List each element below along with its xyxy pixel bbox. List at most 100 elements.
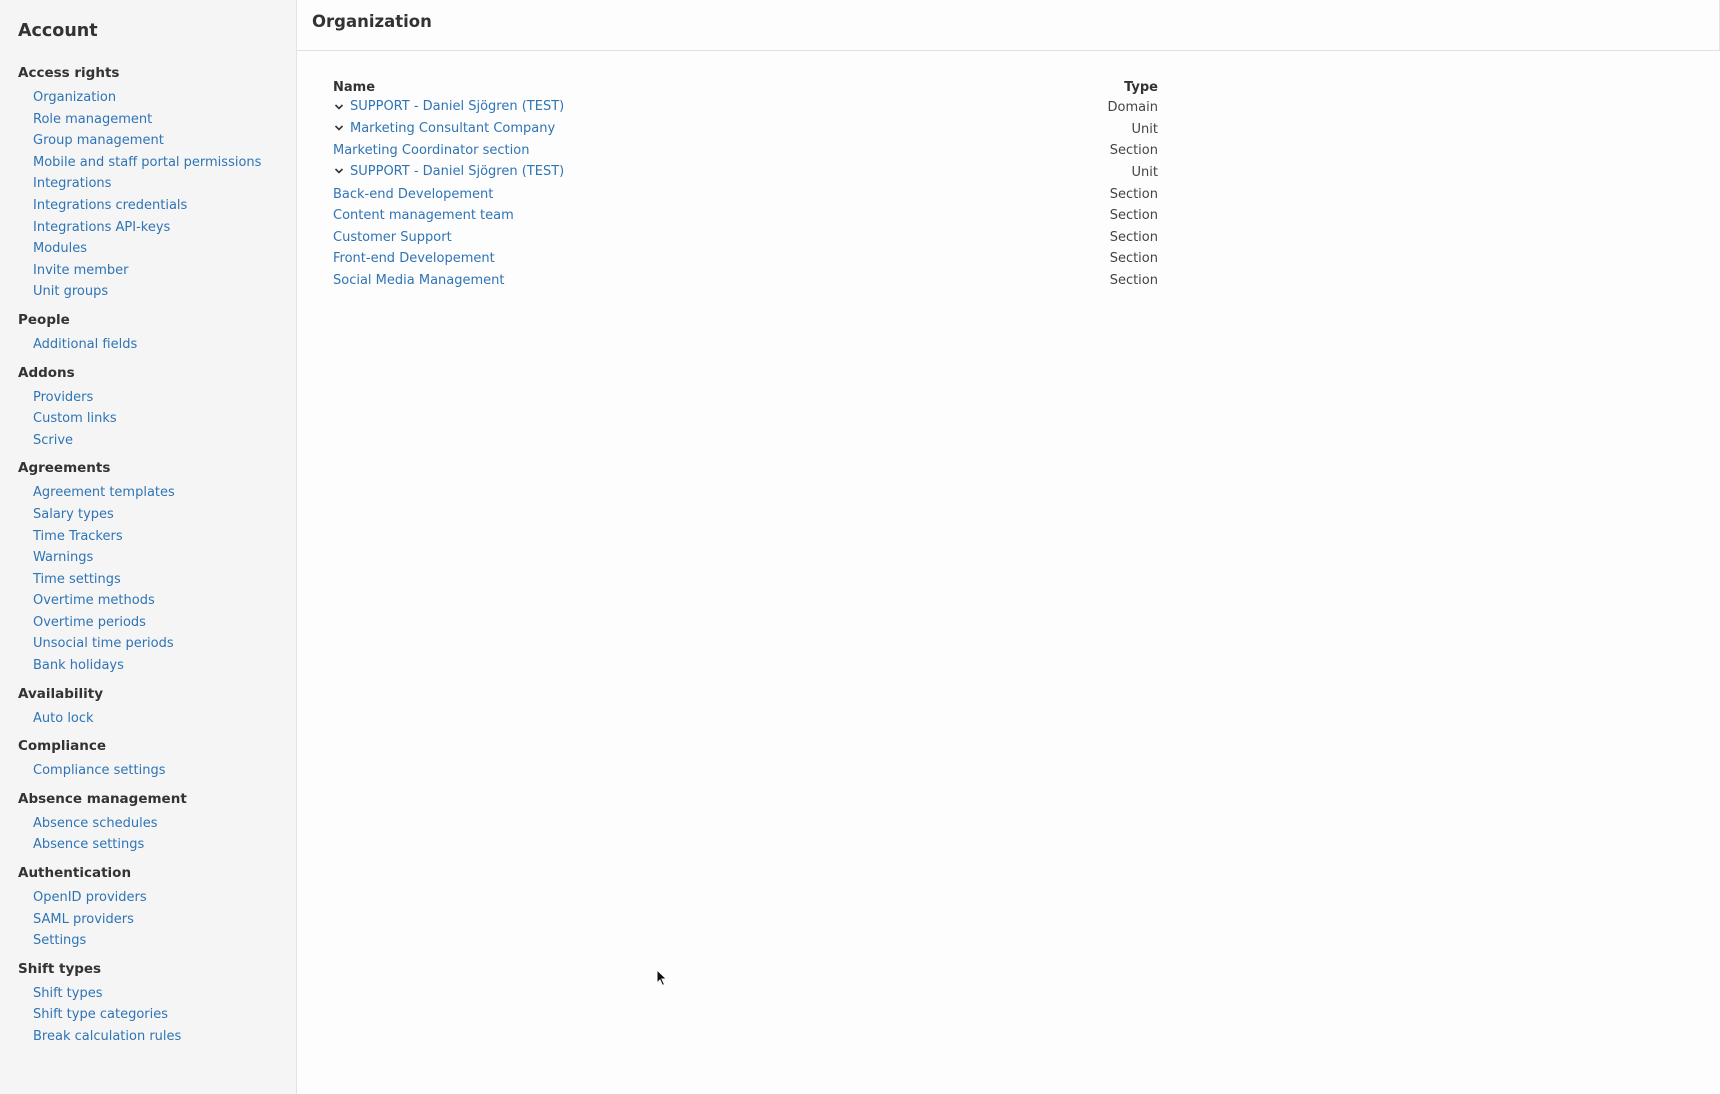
sidebar-item-settings[interactable]: Settings	[0, 930, 296, 952]
sidebar-item-overtime-methods[interactable]: Overtime methods	[0, 590, 296, 612]
sidebar-item-group-management[interactable]: Group management	[0, 130, 296, 152]
name-cell: Content management team	[333, 205, 1010, 227]
name-cell: Marketing Consultant Company	[333, 119, 1010, 141]
sidebar-section-addons: Addons Providers Custom links Scrive	[0, 356, 296, 452]
sidebar-item-absence-schedules[interactable]: Absence schedules	[0, 813, 296, 835]
sidebar-item-list: Additional fields	[0, 334, 296, 356]
sidebar-item-agreement-templates[interactable]: Agreement templates	[0, 482, 296, 504]
sidebar-section-heading: Access rights	[18, 65, 120, 81]
type-cell: Unit	[1131, 121, 1158, 137]
sidebar-item-list: Organization Role management Group managem…	[0, 87, 296, 303]
sidebar-item-compliance-settings[interactable]: Compliance settings	[0, 760, 296, 782]
sidebar-section-access-rights: Access rights Organization Role management…	[0, 56, 296, 303]
org-node-link[interactable]: Customer Support	[333, 230, 452, 245]
type-cell: Section	[1109, 273, 1158, 289]
tree-node: Content management team	[333, 208, 514, 223]
name-cell: Front-end Developement	[333, 248, 1010, 270]
tree-node: Back-end Developement	[333, 187, 493, 202]
chevron-down-icon[interactable]	[333, 101, 345, 113]
tree-node: SUPPORT - Daniel Sjögren (TEST)	[333, 164, 564, 179]
sidebar-item-warnings[interactable]: Warnings	[0, 547, 296, 569]
org-node-link[interactable]: Social Media Management	[333, 273, 505, 288]
table-header-row: Name Type	[333, 77, 1158, 97]
sidebar-item-invite-member[interactable]: Invite member	[0, 260, 296, 282]
sidebar-item-unit-groups[interactable]: Unit groups	[0, 281, 296, 303]
sidebar: Account Access rights Organization Role ma…	[0, 0, 297, 1094]
org-node-link[interactable]: Front-end Developement	[333, 251, 495, 266]
sidebar-item-saml-providers[interactable]: SAML providers	[0, 909, 296, 931]
sidebar-item-modules[interactable]: Modules	[0, 238, 296, 260]
mouse-pointer-icon	[656, 969, 668, 987]
sidebar-section-heading: Compliance	[18, 738, 107, 755]
org-node-link[interactable]: SUPPORT - Daniel Sjögren (TEST)	[350, 99, 564, 114]
sidebar-item-absence-settings[interactable]: Absence settings	[0, 834, 296, 856]
sidebar-section-heading: Agreements	[18, 460, 111, 477]
sidebar-item-list: Absence schedules Absence settings	[0, 813, 296, 856]
sidebar-item-mobile-and-staff-portal-permissions[interactable]: Mobile and staff portal permissions	[0, 152, 296, 174]
sidebar-item-openid-providers[interactable]: OpenID providers	[0, 887, 296, 909]
tree-node: Marketing Consultant Company	[333, 121, 555, 136]
sidebar-item-list: OpenID providers SAML providers Settings	[0, 887, 296, 952]
sidebar-item-shift-types[interactable]: Shift types	[0, 983, 296, 1005]
sidebar-section-agreements: Agreements Agreement templates Salary type…	[0, 451, 296, 676]
sidebar-item-integrations-api-keys[interactable]: Integrations API-keys	[0, 217, 296, 239]
sidebar-section-authentication: Authentication OpenID providers SAML provi…	[0, 856, 296, 952]
sidebar-section-compliance: Compliance Compliance settings	[0, 729, 296, 782]
tree-node: SUPPORT - Daniel Sjögren (TEST)	[333, 99, 564, 114]
org-node-link[interactable]: Marketing Coordinator section	[333, 143, 529, 158]
sidebar-item-custom-links[interactable]: Custom links	[0, 408, 296, 430]
table-row: Marketing Consultant Company Unit	[333, 119, 1158, 141]
table-row: Content management team Section	[333, 205, 1158, 227]
type-cell: Section	[1109, 143, 1158, 159]
sidebar-item-list: Providers Custom links Scrive	[0, 387, 296, 452]
sidebar-section-heading: Availability	[18, 685, 104, 702]
sidebar-item-bank-holidays[interactable]: Bank holidays	[0, 655, 296, 677]
sidebar-item-integrations-credentials[interactable]: Integrations credentials	[0, 195, 296, 217]
sidebar-item-providers[interactable]: Providers	[0, 387, 296, 409]
column-header-name: Name	[333, 79, 376, 95]
table-row: Marketing Coordinator section Section	[333, 140, 1158, 162]
sidebar-item-time-trackers[interactable]: Time Trackers	[0, 526, 296, 548]
sidebar-item-additional-fields[interactable]: Additional fields	[0, 334, 296, 356]
sidebar-item-role-management[interactable]: Role management	[0, 109, 296, 131]
name-cell: Customer Support	[333, 227, 1010, 249]
tree-node: Marketing Coordinator section	[333, 143, 529, 158]
sidebar-title: Account	[18, 21, 98, 41]
sidebar-item-auto-lock[interactable]: Auto lock	[0, 708, 296, 730]
sidebar-item-overtime-periods[interactable]: Overtime periods	[0, 612, 296, 634]
org-node-link[interactable]: Marketing Consultant Company	[350, 121, 555, 136]
sidebar-item-salary-types[interactable]: Salary types	[0, 504, 296, 526]
sidebar-item-break-calculation-rules[interactable]: Break calculation rules	[0, 1026, 296, 1048]
name-cell: SUPPORT - Daniel Sjögren (TEST)	[333, 162, 1010, 184]
main-content: Organization Name Type SUPPORT - Daniel …	[297, 0, 1720, 1094]
chevron-down-icon[interactable]	[333, 165, 345, 177]
sidebar-section-heading: Authentication	[18, 865, 132, 882]
sidebar-item-organization[interactable]: Organization	[0, 87, 296, 109]
sidebar-item-shift-type-categories[interactable]: Shift type categories	[0, 1004, 296, 1026]
table-row: SUPPORT - Daniel Sjögren (TEST) Unit	[333, 162, 1158, 184]
sidebar-item-unsocial-time-periods[interactable]: Unsocial time periods	[0, 633, 296, 655]
sidebar-item-integrations[interactable]: Integrations	[0, 173, 296, 195]
org-node-link[interactable]: Content management team	[333, 208, 514, 223]
type-cell: Section	[1109, 251, 1158, 267]
name-cell: Back-end Developement	[333, 183, 1010, 205]
org-node-link[interactable]: SUPPORT - Daniel Sjögren (TEST)	[350, 164, 564, 179]
chevron-down-icon[interactable]	[333, 122, 345, 134]
organization-tree-body: SUPPORT - Daniel Sjögren (TEST) Domain Mar…	[333, 97, 1158, 291]
org-node-link[interactable]: Back-end Developement	[333, 187, 493, 202]
sidebar-item-time-settings[interactable]: Time settings	[0, 569, 296, 591]
name-cell: Marketing Coordinator section	[333, 140, 1010, 162]
table-row: Back-end Developement Section	[333, 183, 1158, 205]
page-header: Organization	[297, 0, 1720, 51]
sidebar-item-list: Shift types Shift type categories Break ca…	[0, 983, 296, 1048]
sidebar-item-list: Compliance settings	[0, 760, 296, 782]
sidebar-item-scrive[interactable]: Scrive	[0, 430, 296, 452]
type-cell: Section	[1109, 186, 1158, 202]
type-cell: Section	[1109, 229, 1158, 245]
sidebar-item-list: Agreement templates Salary types Time Trac…	[0, 482, 296, 676]
sidebar-section-availability: Availability Auto lock	[0, 677, 296, 730]
tree-node: Social Media Management	[333, 273, 505, 288]
name-cell: SUPPORT - Daniel Sjögren (TEST)	[333, 97, 1010, 119]
sidebar-sections: Access rights Organization Role management…	[0, 56, 296, 1048]
table-row: Front-end Developement Section	[333, 248, 1158, 270]
